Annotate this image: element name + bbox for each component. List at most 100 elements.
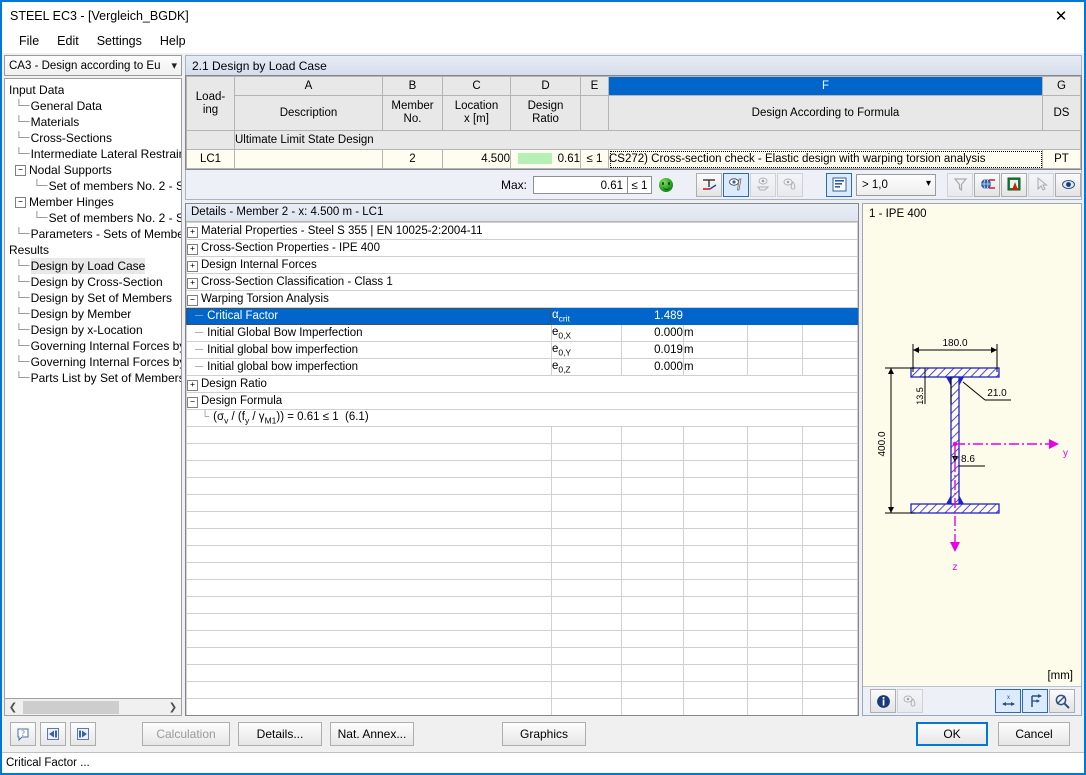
calculation-button[interactable]: Calculation — [142, 722, 230, 746]
print-preview-icon[interactable] — [750, 172, 776, 197]
details-group-row[interactable]: − Warping Torsion Analysis — [186, 290, 858, 308]
col-letter-d[interactable]: D — [510, 76, 581, 96]
filter-list-icon[interactable] — [826, 172, 852, 197]
case-selector-combo[interactable]: CA3 - Design according to Euroc ▾ — [4, 55, 182, 76]
details-empty-row[interactable] — [186, 664, 858, 682]
sidebar-item-set-of-members-no-2-sta[interactable]: └─ Set of members No. 2 - Sta — [5, 178, 181, 194]
details-empty-row[interactable] — [186, 613, 858, 631]
details-empty-row[interactable] — [186, 460, 858, 478]
tree-expand-icon[interactable]: + — [187, 243, 198, 255]
col-letter-g[interactable]: G — [1042, 76, 1081, 96]
help-button[interactable]: ? — [10, 722, 36, 746]
details-group-row[interactable]: − Design Formula — [186, 392, 858, 410]
details-empty-row[interactable] — [186, 477, 858, 495]
next-button[interactable] — [70, 722, 96, 746]
row-ds[interactable]: PT — [1042, 149, 1081, 169]
row-location[interactable]: 4.500 — [442, 149, 511, 169]
close-icon[interactable]: ✕ — [1038, 2, 1084, 30]
row-description[interactable] — [234, 149, 383, 169]
col-letter-e[interactable]: E — [580, 76, 609, 96]
render-drop-icon[interactable] — [897, 689, 923, 713]
globe-results-icon[interactable] — [974, 172, 1000, 197]
col-letter-f[interactable]: F — [608, 76, 1043, 96]
funnel-filter-icon[interactable] — [947, 172, 973, 197]
dimension-x-icon[interactable]: x — [995, 689, 1021, 713]
details-empty-row[interactable] — [186, 681, 858, 699]
sidebar-item-set-of-members-no-2-sta[interactable]: └─ Set of members No. 2 - Sta — [5, 210, 181, 226]
details-empty-row[interactable] — [186, 596, 858, 614]
hscroll-thumb[interactable] — [23, 700, 119, 714]
details-empty-row[interactable] — [186, 698, 858, 715]
graphics-button[interactable]: Graphics — [502, 722, 586, 746]
eye-view-icon[interactable] — [1055, 172, 1081, 197]
nat-annex-button[interactable]: Nat. Annex... — [330, 722, 414, 746]
sidebar-item-design-by-load-case[interactable]: └─ Design by Load Case — [5, 258, 181, 274]
sidebar-item-parameters-sets-of-members[interactable]: └─ Parameters - Sets of Members — [5, 226, 181, 242]
sidebar-item-governing-internal-forces-by-s[interactable]: └─ Governing Internal Forces by S — [5, 354, 181, 370]
details-empty-row[interactable] — [186, 528, 858, 546]
axis-system-icon[interactable] — [1022, 689, 1048, 713]
details-group-row[interactable]: + Material Properties - Steel S 355 | EN … — [186, 222, 858, 240]
sidebar-item-nodal-supports[interactable]: − Nodal Supports — [5, 162, 181, 178]
col-letter-c[interactable]: C — [442, 76, 511, 96]
sidebar-item-parts-list-by-set-of-members[interactable]: └─ Parts List by Set of Members — [5, 370, 181, 386]
sidebar-item-design-by-set-of-members[interactable]: └─ Design by Set of Members — [5, 290, 181, 306]
menu-file[interactable]: File — [10, 32, 48, 50]
tree-expand-icon[interactable]: + — [187, 277, 198, 289]
details-group-row[interactable]: + Design Ratio — [186, 375, 858, 393]
details-group-row[interactable]: + Cross-Section Classification - Class 1 — [186, 273, 858, 291]
details-formula-row[interactable]: └ (σv / (fy / γM1)) = 0.61 ≤ 1 (6.1) — [186, 409, 858, 427]
navigator-tree[interactable]: Input Data └─ General Data └─ Materials └─ Cro… — [4, 78, 182, 699]
tree-expand-icon[interactable]: + — [187, 226, 198, 238]
details-item-row[interactable]: ─ Initial global bow imperfection e0,Z 0.00… — [186, 358, 858, 376]
select-pointer-icon[interactable] — [1028, 172, 1054, 197]
cancel-button[interactable]: Cancel — [998, 722, 1070, 746]
row-design-ratio[interactable]: 0.61 — [510, 149, 581, 169]
tree-expand-icon[interactable]: + — [187, 379, 198, 391]
details-empty-row[interactable] — [186, 647, 858, 665]
details-scroll[interactable]: + Material Properties - Steel S 355 | EN … — [186, 222, 858, 715]
navigator-hscrollbar[interactable]: ❮ ❯ — [4, 699, 182, 716]
sidebar-item-intermediate-lateral-restraints[interactable]: └─ Intermediate Lateral Restraints — [5, 146, 181, 162]
details-item-row[interactable]: ─ Initial Global Bow Imperfection e0,X 0.00… — [186, 324, 858, 342]
filter-value-combo[interactable]: > 1,0 ▾ — [856, 173, 936, 196]
chevron-right-icon[interactable]: ❯ — [165, 702, 181, 713]
chevron-left-icon[interactable]: ❮ — [5, 702, 21, 713]
row-member-no[interactable]: 2 — [382, 149, 443, 169]
row-formula[interactable]: CS272) Cross-section check - Elastic des… — [608, 149, 1043, 169]
visualize-result-icon[interactable] — [723, 172, 749, 197]
sidebar-item-results[interactable]: Results — [5, 242, 181, 258]
ok-button[interactable]: OK — [916, 722, 988, 746]
details-button[interactable]: Details... — [238, 722, 322, 746]
details-item-row[interactable]: ─ Initial global bow imperfection e0,Y 0.01… — [186, 341, 858, 359]
cross-section-canvas[interactable]: 1 - IPE 400 180.0 400.0 13.5 21.0 8.6 y … — [863, 204, 1081, 686]
sidebar-item-input-data[interactable]: Input Data — [5, 82, 181, 98]
details-empty-row[interactable] — [186, 579, 858, 597]
details-empty-row[interactable] — [186, 426, 858, 444]
details-empty-row[interactable] — [186, 562, 858, 580]
sidebar-item-materials[interactable]: └─ Materials — [5, 114, 181, 130]
excel-export-icon[interactable] — [1001, 172, 1027, 197]
prev-button[interactable] — [40, 722, 66, 746]
details-empty-row[interactable] — [186, 630, 858, 648]
sidebar-item-general-data[interactable]: └─ General Data — [5, 98, 181, 114]
table-row[interactable]: LC1 2 4.500 0.61 ≤ 1 CS272) Cross-sectio… — [186, 149, 1081, 169]
menu-edit[interactable]: Edit — [48, 32, 88, 50]
sidebar-item-design-by-x-location[interactable]: └─ Design by x-Location — [5, 322, 181, 338]
row-loading[interactable]: LC1 — [186, 149, 235, 169]
tree-collapse-icon[interactable]: − — [15, 164, 26, 176]
sidebar-item-design-by-member[interactable]: └─ Design by Member — [5, 306, 181, 322]
sidebar-item-member-hinges[interactable]: − Member Hinges — [5, 194, 181, 210]
hscroll-track[interactable] — [21, 699, 165, 715]
result-diagram-icon[interactable] — [696, 172, 722, 197]
menu-help[interactable]: Help — [151, 32, 195, 50]
details-empty-row[interactable] — [186, 494, 858, 512]
tree-collapse-icon[interactable]: − — [187, 396, 198, 408]
drop-render-icon[interactable] — [777, 172, 803, 197]
sidebar-item-cross-sections[interactable]: └─ Cross-Sections — [5, 130, 181, 146]
details-group-row[interactable]: + Design Internal Forces — [186, 256, 858, 274]
details-empty-row[interactable] — [186, 511, 858, 529]
details-empty-row[interactable] — [186, 443, 858, 461]
tree-expand-icon[interactable]: + — [187, 260, 198, 272]
info-icon[interactable] — [870, 689, 896, 713]
